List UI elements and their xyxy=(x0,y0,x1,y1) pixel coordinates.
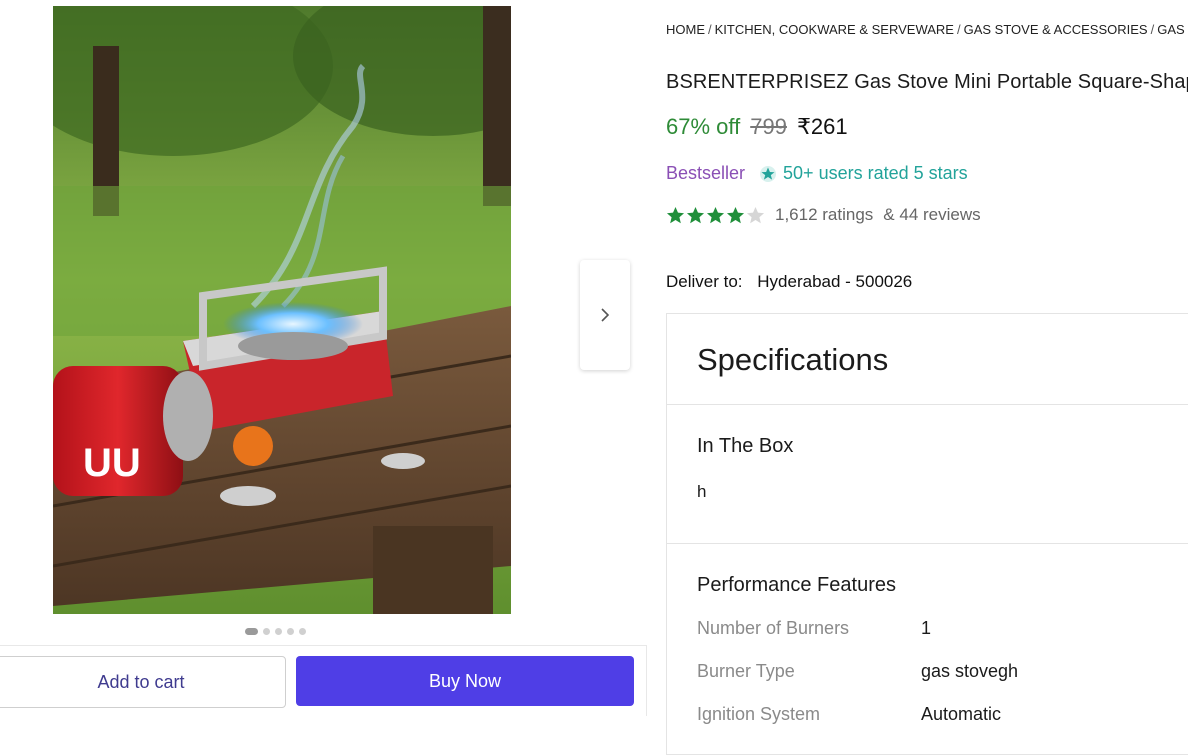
star-icon xyxy=(666,206,685,223)
spec-key: Burner Type xyxy=(697,661,795,681)
gallery-dot[interactable] xyxy=(287,628,294,635)
star-icon xyxy=(726,206,745,223)
star-icon xyxy=(746,206,765,223)
chevron-right-icon xyxy=(601,308,610,322)
breadcrumb-separator: / xyxy=(1150,22,1155,37)
product-photo: UU xyxy=(53,6,511,614)
rating-row[interactable]: 1,612 ratings & 44 reviews xyxy=(666,205,981,225)
spec-row-burners: Number of Burners 1 xyxy=(697,618,931,639)
breadcrumb: HOME / KITCHEN, COOKWARE & SERVEWARE / GAS S… xyxy=(666,22,1188,37)
spec-value: gas stovegh xyxy=(921,661,1019,681)
spec-key: Ignition System xyxy=(697,704,821,724)
spec-row-ignition: Ignition System Automatic xyxy=(697,704,1001,725)
delivery-location[interactable]: Hyderabad - 500026 xyxy=(757,272,912,291)
spec-value: 1 xyxy=(921,618,932,638)
product-image[interactable]: UU xyxy=(53,6,511,614)
delivery-info[interactable]: Deliver to: Hyderabad - 500026 xyxy=(666,272,912,292)
performance-features-heading: Performance Features xyxy=(697,574,896,596)
deliver-to-label: Deliver to: xyxy=(666,272,743,291)
selling-price: ₹261 xyxy=(796,114,848,139)
gallery-dot[interactable] xyxy=(299,628,306,635)
breadcrumb-separator: / xyxy=(956,22,961,37)
spec-row-burner-type: Burner Type gas stovegh xyxy=(697,661,1018,682)
star-badge-icon xyxy=(760,165,777,182)
price-row: 67% off 799 ₹261 xyxy=(666,114,848,140)
rated-badge-text: 50+ users rated 5 stars xyxy=(783,163,968,183)
in-the-box-heading: In The Box xyxy=(697,435,794,457)
spec-key: Number of Burners xyxy=(697,618,850,638)
breadcrumb-separator: / xyxy=(708,22,712,37)
next-image-button[interactable] xyxy=(580,260,630,370)
spec-value: Automatic xyxy=(921,704,1002,724)
reviews-count: & 44 reviews xyxy=(883,205,981,224)
ratings-count: 1,612 ratings xyxy=(775,205,874,224)
divider xyxy=(667,404,1188,405)
badge-row: Bestseller 50+ users rated 5 stars xyxy=(666,163,968,184)
add-to-cart-button[interactable]: Add to cart xyxy=(0,656,286,708)
breadcrumb-link-current[interactable]: GAS STO xyxy=(1157,22,1188,37)
action-bar: Add to cart Buy Now xyxy=(0,645,647,716)
star-icon xyxy=(686,206,705,223)
gallery-dot[interactable] xyxy=(275,628,282,635)
breadcrumb-link-home[interactable]: HOME xyxy=(666,22,705,37)
specifications-panel: Specifications In The Box h Performance … xyxy=(666,313,1188,755)
gallery-dot-active[interactable] xyxy=(245,628,258,635)
rated-badge: 50+ users rated 5 stars xyxy=(759,163,968,184)
breadcrumb-link-gas-stove[interactable]: GAS STOVE & ACCESSORIES xyxy=(964,22,1148,37)
buy-now-button[interactable]: Buy Now xyxy=(296,656,634,706)
product-title: BSRENTERPRISEZ Gas Stove Mini Portable S… xyxy=(666,71,1188,93)
original-price: 799 xyxy=(750,114,787,139)
specifications-title: Specifications xyxy=(697,342,889,377)
gallery-dot[interactable] xyxy=(263,628,270,635)
in-the-box-value: h xyxy=(697,482,707,501)
gallery-dots xyxy=(245,628,306,635)
svg-text:UU: UU xyxy=(83,441,141,485)
bestseller-badge: Bestseller xyxy=(666,163,746,183)
star-rating xyxy=(666,206,765,225)
star-icon xyxy=(706,206,725,223)
discount-percent: 67% off xyxy=(666,114,741,139)
breadcrumb-link-kitchen[interactable]: KITCHEN, COOKWARE & SERVEWARE xyxy=(715,22,954,37)
divider xyxy=(667,543,1188,544)
